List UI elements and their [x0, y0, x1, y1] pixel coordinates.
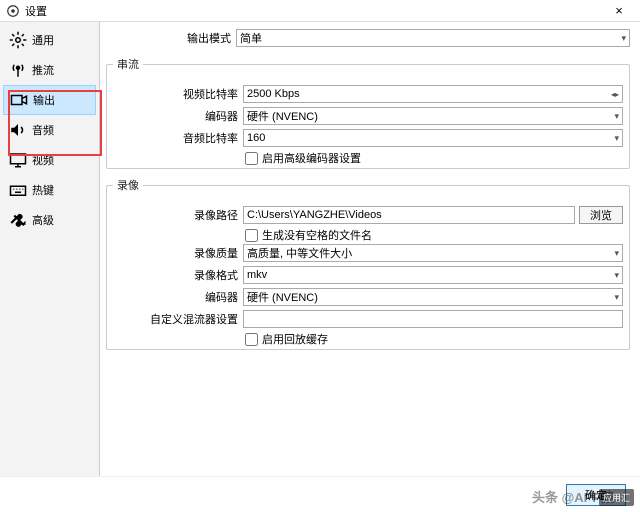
sidebar-item-video[interactable]: 视频: [3, 145, 96, 175]
record-path-input[interactable]: C:\Users\YANGZHE\Videos: [243, 206, 575, 224]
sidebar-item-advanced[interactable]: 高级: [3, 205, 96, 235]
speaker-icon: [7, 120, 29, 140]
output-mode-select[interactable]: 简单: [236, 29, 630, 47]
audio-bitrate-select[interactable]: 160: [243, 129, 623, 147]
row-nospace-cb: 生成没有空格的文件名: [113, 227, 623, 243]
sidebar: 通用 推流 输出 音频 视频 热键 高级: [0, 22, 100, 476]
keyboard-icon: [7, 180, 29, 200]
record-path-label: 录像路径: [113, 207, 243, 223]
replay-checkbox[interactable]: [245, 333, 258, 346]
record-legend: 录像: [113, 177, 143, 193]
nospace-checkbox[interactable]: [245, 229, 258, 242]
sidebar-item-label: 输出: [33, 92, 55, 108]
sidebar-item-label: 推流: [32, 62, 54, 78]
record-fieldset: 录像 录像路径 C:\Users\YANGZHE\Videos 浏览 生成没有空…: [106, 177, 630, 350]
row-audio-bitrate: 音频比特率 160: [113, 128, 623, 148]
broadcast-icon: [7, 60, 29, 80]
sidebar-item-label: 高级: [32, 212, 54, 228]
main-panel: 输出模式 简单 串流 视频比特率 2500 Kbps 编码器 硬件 (NVENC…: [100, 22, 640, 476]
row-record-quality: 录像质量 高质量, 中等文件大小: [113, 243, 623, 263]
stream-legend: 串流: [113, 56, 143, 72]
row-record-format: 录像格式 mkv: [113, 265, 623, 285]
row-video-bitrate: 视频比特率 2500 Kbps: [113, 84, 623, 104]
row-encoder: 编码器 硬件 (NVENC): [113, 106, 623, 126]
nospace-cb-label: 生成没有空格的文件名: [262, 227, 372, 243]
sidebar-item-label: 音频: [32, 122, 54, 138]
record-format-select[interactable]: mkv: [243, 266, 623, 284]
output-icon: [8, 90, 30, 110]
title-bar: 设置 ×: [0, 0, 640, 22]
sidebar-item-general[interactable]: 通用: [3, 25, 96, 55]
encoder-select[interactable]: 硬件 (NVENC): [243, 107, 623, 125]
video-bitrate-label: 视频比特率: [113, 86, 243, 102]
record-quality-label: 录像质量: [113, 245, 243, 261]
sidebar-item-label: 视频: [32, 152, 54, 168]
tools-icon: [7, 210, 29, 230]
content: 通用 推流 输出 音频 视频 热键 高级 输出模式 简单: [0, 22, 640, 476]
record-format-label: 录像格式: [113, 267, 243, 283]
row-custom-mux: 自定义混流器设置: [113, 309, 623, 329]
browse-button[interactable]: 浏览: [579, 206, 623, 224]
encoder-label: 编码器: [113, 108, 243, 124]
output-mode-label: 输出模式: [106, 30, 236, 46]
ok-button[interactable]: 确定: [566, 484, 626, 506]
adv-encoder-cb-label: 启用高级编码器设置: [262, 150, 361, 166]
custom-mux-label: 自定义混流器设置: [113, 311, 243, 327]
sidebar-item-hotkeys[interactable]: 热键: [3, 175, 96, 205]
replay-cb-label: 启用回放缓存: [262, 331, 328, 347]
adv-encoder-checkbox[interactable]: [245, 152, 258, 165]
sidebar-item-stream[interactable]: 推流: [3, 55, 96, 85]
row-replay-cb: 启用回放缓存: [113, 331, 623, 347]
video-bitrate-input[interactable]: 2500 Kbps: [243, 85, 623, 103]
audio-bitrate-label: 音频比特率: [113, 130, 243, 146]
sidebar-item-label: 通用: [32, 32, 54, 48]
sidebar-item-output[interactable]: 输出: [3, 85, 96, 115]
stream-fieldset: 串流 视频比特率 2500 Kbps 编码器 硬件 (NVENC) 音频比特率 …: [106, 56, 630, 169]
app-icon: [6, 4, 20, 18]
close-button[interactable]: ×: [604, 3, 634, 18]
footer: 确定: [0, 476, 640, 512]
gear-icon: [7, 30, 29, 50]
record-encoder-label: 编码器: [113, 289, 243, 305]
row-adv-encoder-cb: 启用高级编码器设置: [113, 150, 623, 166]
row-record-path: 录像路径 C:\Users\YANGZHE\Videos 浏览: [113, 205, 623, 225]
sidebar-item-label: 热键: [32, 182, 54, 198]
record-encoder-select[interactable]: 硬件 (NVENC): [243, 288, 623, 306]
record-quality-select[interactable]: 高质量, 中等文件大小: [243, 244, 623, 262]
sidebar-item-audio[interactable]: 音频: [3, 115, 96, 145]
monitor-icon: [7, 150, 29, 170]
row-record-encoder: 编码器 硬件 (NVENC): [113, 287, 623, 307]
custom-mux-input[interactable]: [243, 310, 623, 328]
row-output-mode: 输出模式 简单: [106, 28, 630, 48]
window-title: 设置: [25, 3, 604, 19]
